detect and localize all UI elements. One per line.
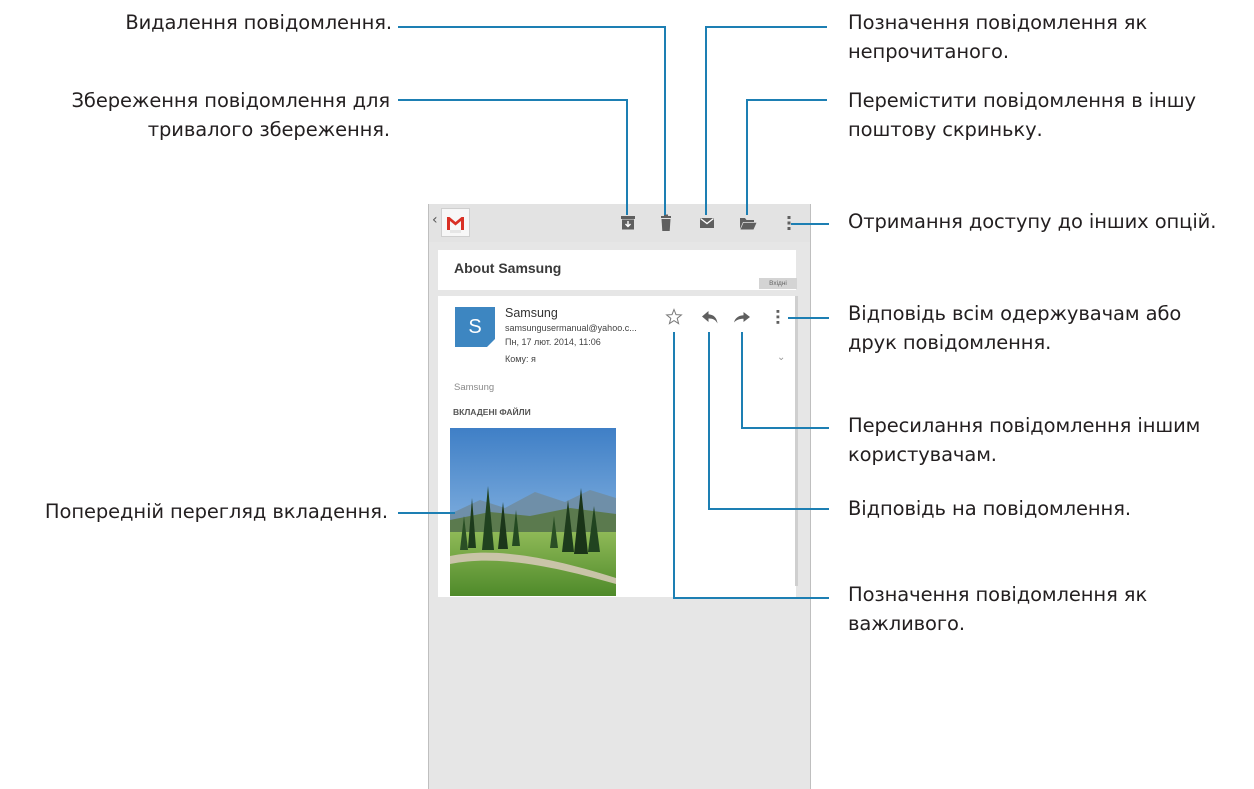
phone-screen: ‹ About Samsung Вхідні S Samsung samsung… (428, 204, 811, 789)
leader-archive (398, 99, 628, 215)
reply-icon[interactable] (699, 306, 721, 328)
overflow-menu-icon[interactable] (776, 210, 802, 236)
gmail-logo-icon[interactable] (441, 208, 470, 237)
callout-move-line1: Перемістити повідомлення в іншу (848, 89, 1196, 112)
message-date: Пн, 17 лют. 2014, 11:06 (505, 337, 601, 347)
mail-unread-icon[interactable] (694, 210, 720, 236)
callout-reply-all: Відповідь всім одержувачам або друк пові… (848, 299, 1181, 357)
leader-mark-unread (705, 26, 827, 215)
attachment-preview-image[interactable] (450, 428, 616, 596)
sender-name: Samsung (505, 306, 558, 320)
attachments-heading: ВКЛАДЕНІ ФАЙЛИ (453, 407, 531, 417)
callout-mark-unread: Позначення повідомлення як непрочитаного… (848, 8, 1147, 66)
avatar-fold-icon (487, 339, 495, 347)
archive-icon[interactable] (615, 210, 641, 236)
callout-archive-line2: тривалого збереження. (147, 118, 390, 141)
message-overflow-icon[interactable] (767, 306, 789, 328)
leader-move (746, 99, 827, 215)
star-icon[interactable] (663, 306, 685, 328)
callout-preview: Попередній перегляд вкладення. (44, 500, 388, 523)
back-chevron-icon[interactable]: ‹ (432, 212, 438, 228)
action-bar: ‹ (429, 204, 810, 242)
folder-move-icon[interactable] (735, 210, 761, 236)
scrollbar[interactable] (795, 296, 798, 586)
leader-delete (398, 26, 666, 215)
message-body: Samsung (454, 382, 495, 393)
callout-more-options: Отримання доступу до інших опцій. (848, 210, 1217, 233)
message-card: S Samsung samsungusermanual@yahoo.c... П… (438, 296, 796, 597)
email-subject: About Samsung (454, 260, 562, 276)
sender-email: samsungusermanual@yahoo.c... (505, 323, 637, 333)
subject-card: About Samsung (438, 250, 796, 290)
inbox-label-chip[interactable]: Вхідні (759, 278, 797, 289)
callout-star: Позначення повідомлення як важливого. (848, 580, 1147, 638)
callout-delete: Видалення повідомлення. (125, 11, 392, 34)
callout-star-line1: Позначення повідомлення як (848, 583, 1148, 606)
callout-archive-line1: Збереження повідомлення для (71, 89, 391, 112)
callout-archive: Збереження повідомлення для тривалого зб… (71, 86, 391, 144)
callout-move-line2: поштову скриньку. (848, 118, 1043, 141)
callout-forward-line1: Пересилання повідомлення іншим (848, 414, 1201, 437)
expand-chevron-icon[interactable]: ⌄ (777, 352, 785, 363)
callout-move: Перемістити повідомлення в іншу поштову … (848, 86, 1196, 144)
callout-reply-all-line2: друк повідомлення. (848, 331, 1052, 354)
callout-reply: Відповідь на повідомлення. (848, 497, 1131, 520)
callout-reply-all-line1: Відповідь всім одержувачам або (848, 302, 1182, 325)
callout-star-line2: важливого. (848, 612, 965, 635)
callout-mark-unread-line1: Позначення повідомлення як (848, 11, 1148, 34)
trash-icon[interactable] (653, 210, 679, 236)
recipients: Кому: я (505, 354, 536, 364)
avatar-letter: S (468, 316, 482, 338)
callout-forward-line2: користувачам. (848, 443, 997, 466)
avatar[interactable]: S (455, 307, 495, 347)
forward-icon[interactable] (731, 306, 753, 328)
callout-forward: Пересилання повідомлення іншим користува… (848, 411, 1200, 469)
callout-mark-unread-line2: непрочитаного. (848, 40, 1009, 63)
